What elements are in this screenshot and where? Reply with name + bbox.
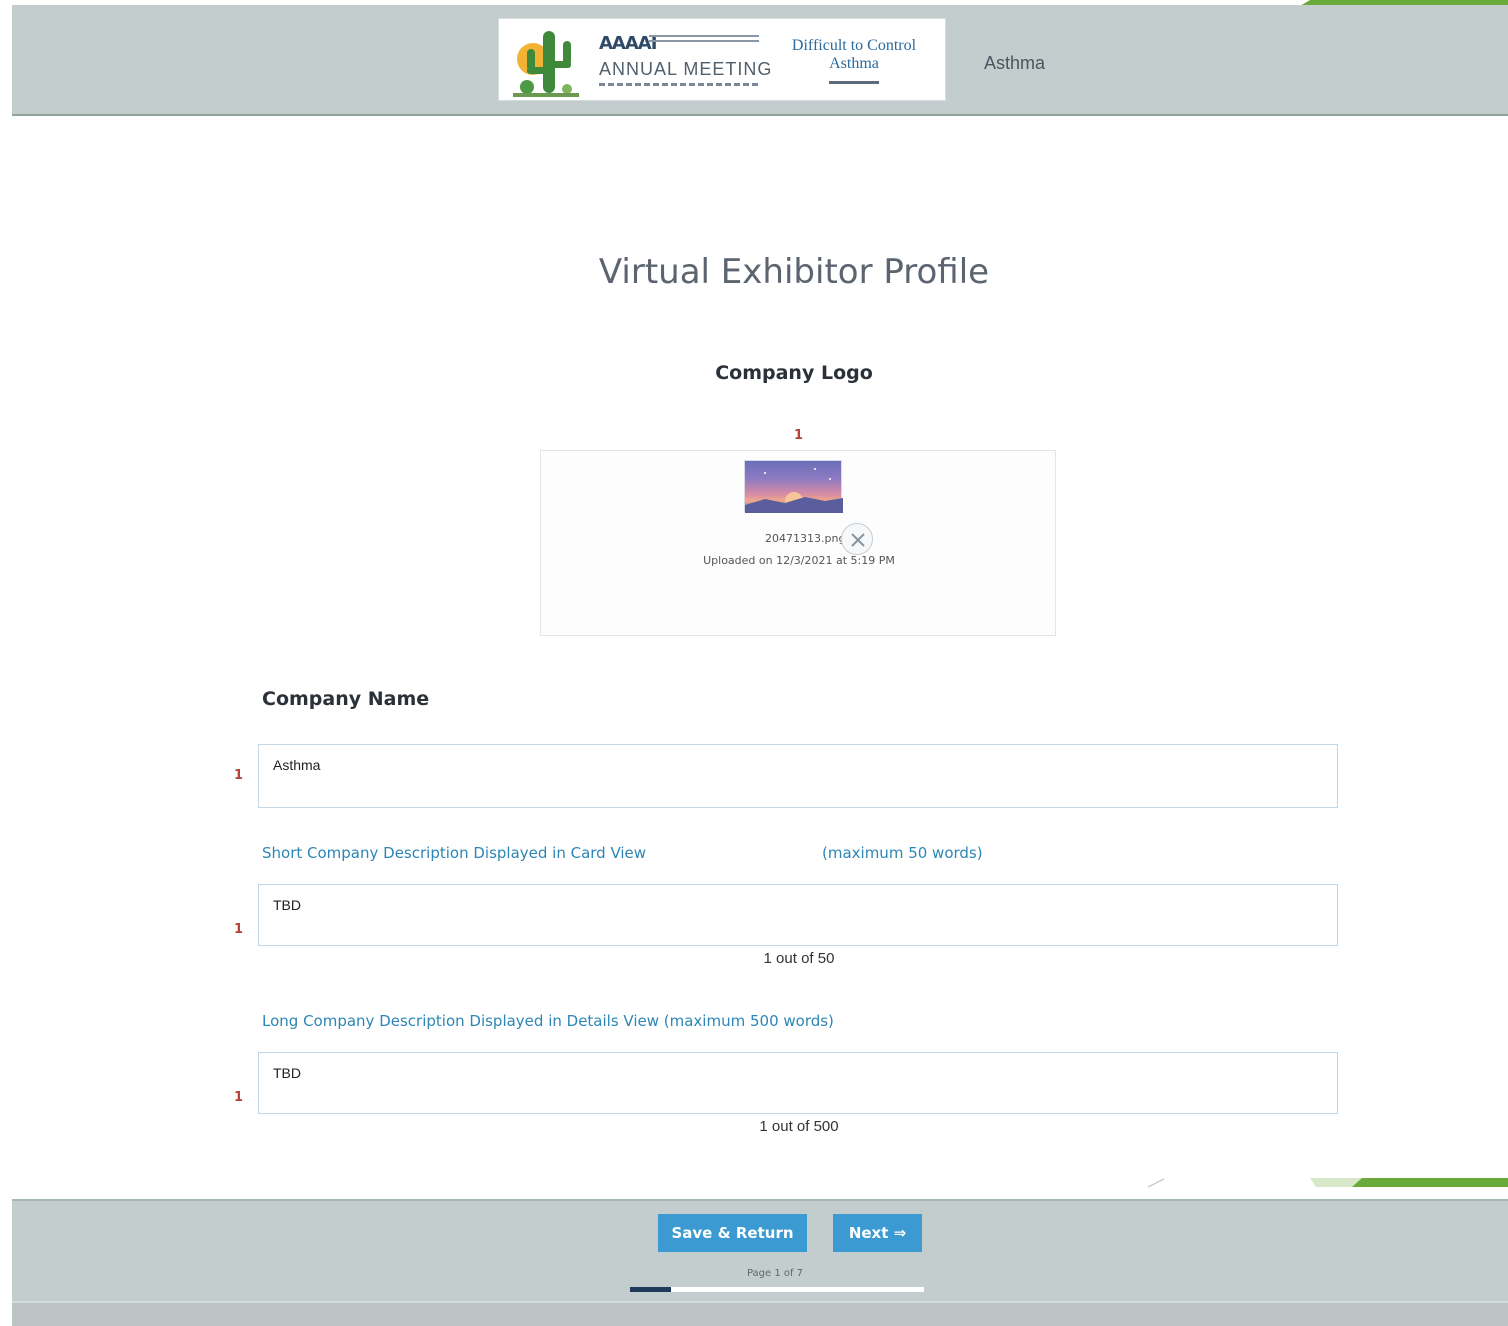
- banner-org-subtitle: [649, 35, 759, 47]
- banner-dates: [599, 83, 759, 86]
- close-icon: [851, 533, 865, 547]
- required-marker: 1: [234, 1090, 244, 1105]
- long-description-counter: 1 out of 500: [759, 1118, 839, 1135]
- header-bar: AAAAI ANNUAL MEETING Difficult to Contro…: [12, 5, 1508, 116]
- short-description-label: Short Company Description Displayed in C…: [262, 844, 647, 862]
- remove-logo-button[interactable]: [841, 523, 873, 555]
- progress-fill: [630, 1287, 672, 1292]
- sunset-image-icon: [745, 468, 843, 513]
- logo-thumbnail: [744, 460, 843, 513]
- cactus-logo-icon: [513, 31, 579, 97]
- company-name-input[interactable]: Asthma: [258, 744, 1338, 808]
- long-description-input[interactable]: TBD: [258, 1052, 1338, 1114]
- logo-upload-box[interactable]: 20471313.png Uploaded on 12/3/2021 at 5:…: [540, 450, 1056, 636]
- required-marker: 1: [234, 922, 244, 937]
- long-description-label: Long Company Description Displayed in De…: [262, 1012, 834, 1030]
- corner-decoration: [1147, 1178, 1508, 1188]
- company-logo-heading: Company Logo: [715, 362, 873, 384]
- save-return-button[interactable]: Save & Return: [658, 1214, 807, 1252]
- banner-title-line2: Asthma: [829, 55, 879, 72]
- banner-title-line1: Difficult to Control: [791, 37, 917, 54]
- required-marker: 1: [794, 428, 804, 443]
- company-name-label: Company Name: [262, 688, 430, 710]
- banner-meeting-text: ANNUAL MEETING: [599, 59, 773, 79]
- header-title: Asthma: [984, 53, 1046, 73]
- banner-session-title: Difficult to Control Asthma: [779, 37, 929, 73]
- short-description-input[interactable]: TBD: [258, 884, 1338, 946]
- next-button[interactable]: Next ⇒: [833, 1214, 922, 1252]
- short-description-counter: 1 out of 50: [763, 950, 835, 967]
- page-indicator: Page 1 of 7: [746, 1268, 804, 1279]
- logo-file-name: 20471313.png: [765, 532, 846, 545]
- progress-bar: [630, 1287, 924, 1292]
- required-marker: 1: [234, 768, 244, 783]
- logo-upload-date: Uploaded on 12/3/2021 at 5:19 PM: [703, 554, 895, 567]
- short-description-limit: (maximum 50 words): [822, 844, 983, 862]
- banner-session-date: [829, 81, 879, 84]
- page-title: Virtual Exhibitor Profile: [598, 252, 990, 292]
- banner-org-name: AAAAI: [599, 33, 657, 54]
- event-banner: AAAAI ANNUAL MEETING Difficult to Contro…: [498, 18, 946, 101]
- footer-band: [12, 1301, 1508, 1326]
